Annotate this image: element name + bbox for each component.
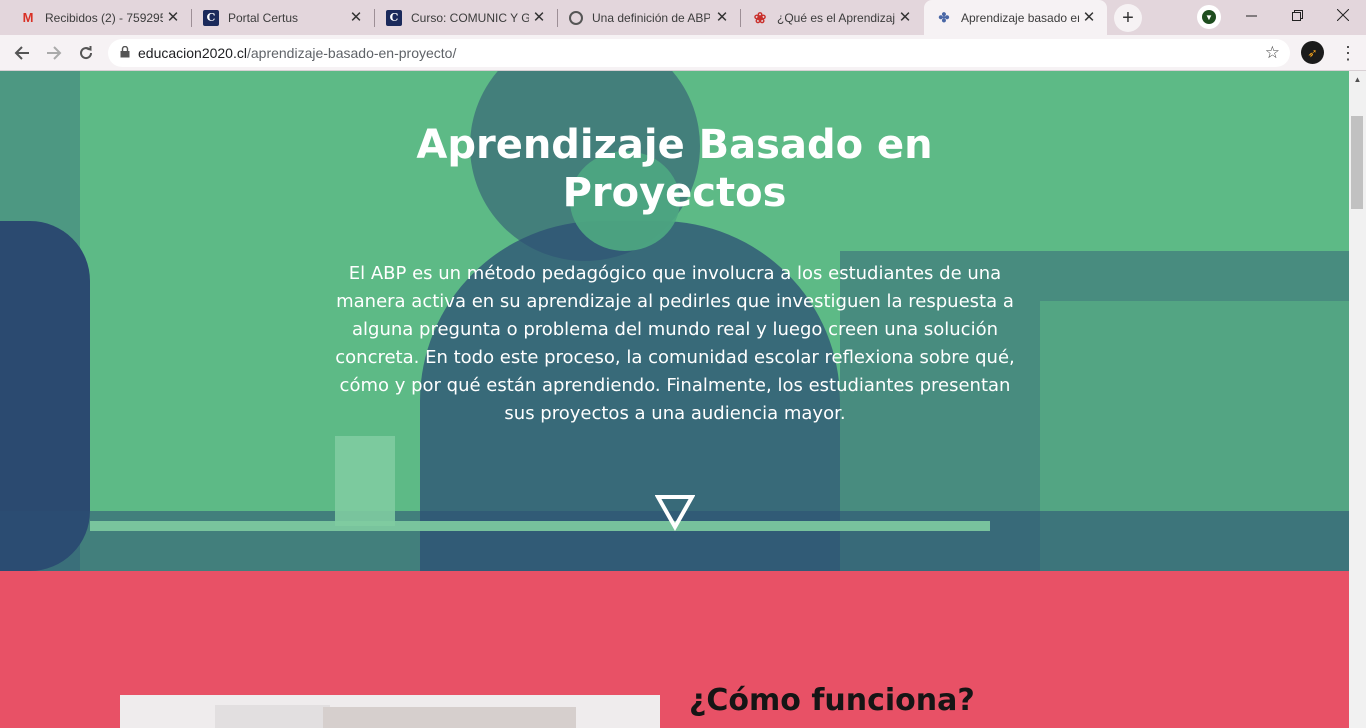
reload-icon: [80, 46, 93, 60]
close-icon[interactable]: ✕: [531, 9, 547, 26]
tab-title: Aprendizaje basado en: [961, 10, 1079, 25]
browser-toolbar: educacion2020.cl/aprendizaje-basado-en-p…: [0, 35, 1366, 71]
title-line: Proyectos: [562, 170, 787, 216]
profile-button[interactable]: ▼: [1197, 5, 1221, 29]
certus-icon: C: [203, 9, 219, 26]
window-close-button[interactable]: [1320, 0, 1366, 30]
tab-portal-certus[interactable]: C Portal Certus ✕: [191, 0, 374, 35]
more-menu-icon[interactable]: ⋮: [1338, 41, 1358, 65]
close-icon[interactable]: ✕: [1081, 9, 1097, 26]
tab-title: Curso: COMUNIC Y GE: [411, 10, 529, 25]
reload-button[interactable]: [71, 38, 101, 68]
tab-title: Portal Certus: [228, 10, 299, 25]
url-path: /aprendizaje-basado-en-proyecto/: [246, 45, 457, 61]
restore-button[interactable]: [1274, 0, 1320, 30]
red-logo-icon: ❀: [753, 9, 767, 27]
lock-icon: [120, 45, 130, 61]
close-icon[interactable]: ✕: [348, 9, 364, 26]
tab-title: ¿Qué es el Aprendizaje: [777, 10, 895, 25]
image-detail: [323, 707, 576, 728]
extension-icon[interactable]: ➶: [1301, 41, 1324, 64]
page-viewport: Aprendizaje Basado en Proyectos El ABP e…: [0, 71, 1349, 728]
forward-button[interactable]: [39, 38, 69, 68]
gmail-icon: M: [22, 10, 34, 25]
tab-curso[interactable]: C Curso: COMUNIC Y GE ✕: [374, 0, 557, 35]
scroll-thumb[interactable]: [1351, 116, 1363, 209]
close-icon: [1337, 9, 1349, 21]
section-image: [120, 695, 660, 728]
back-button[interactable]: [7, 38, 37, 68]
hero-section: Aprendizaje Basado en Proyectos El ABP e…: [0, 71, 1349, 571]
title-line: Aprendizaje Basado en: [416, 122, 933, 168]
arrow-right-icon: [47, 46, 62, 60]
tab-gmail[interactable]: M Recibidos (2) - 759295 ✕: [8, 0, 191, 35]
tab-title: Recibidos (2) - 759295: [45, 10, 163, 25]
tab-title: Una definición de ABP: [592, 10, 710, 25]
close-icon[interactable]: ✕: [165, 9, 181, 26]
chevron-down-icon: ▼: [1202, 10, 1216, 24]
hero-photo-shape: [90, 521, 990, 531]
restore-icon: [1291, 9, 1303, 21]
hero-photo-shape: [335, 436, 395, 526]
hero-description: El ABP es un método pedagógico que invol…: [335, 263, 1015, 424]
certus-icon: C: [386, 9, 402, 26]
globe-icon: [569, 10, 583, 25]
tab-que-es[interactable]: ❀ ¿Qué es el Aprendizaje ✕: [740, 0, 923, 35]
star-icon[interactable]: ☆: [1265, 43, 1280, 63]
minimize-button[interactable]: [1228, 0, 1274, 30]
section-title: ¿Cómo funciona?: [689, 683, 975, 718]
page-scrollbar[interactable]: ▲: [1349, 71, 1366, 728]
scroll-up-icon[interactable]: ▲: [1349, 71, 1366, 88]
scroll-down-icon[interactable]: [655, 492, 695, 532]
tab-definicion-abp[interactable]: Una definición de ABP ✕: [557, 0, 740, 35]
tab-aprendizaje-basado[interactable]: ✤ Aprendizaje basado en ✕: [924, 0, 1107, 35]
image-detail: [215, 705, 330, 728]
new-tab-button[interactable]: +: [1114, 4, 1142, 32]
address-bar[interactable]: educacion2020.cl/aprendizaje-basado-en-p…: [108, 39, 1290, 67]
abp-icon: ✤: [938, 9, 950, 25]
how-it-works-section: ¿Cómo funciona?: [0, 571, 1349, 728]
page-title: Aprendizaje Basado en Proyectos: [0, 121, 1349, 217]
close-icon[interactable]: ✕: [714, 9, 730, 26]
arrow-left-icon: [14, 46, 29, 60]
close-icon[interactable]: ✕: [897, 9, 913, 26]
url-domain: educacion2020.cl: [138, 45, 247, 61]
minimize-icon: [1245, 15, 1257, 16]
tab-strip: M Recibidos (2) - 759295 ✕ C Portal Cert…: [0, 0, 1366, 35]
